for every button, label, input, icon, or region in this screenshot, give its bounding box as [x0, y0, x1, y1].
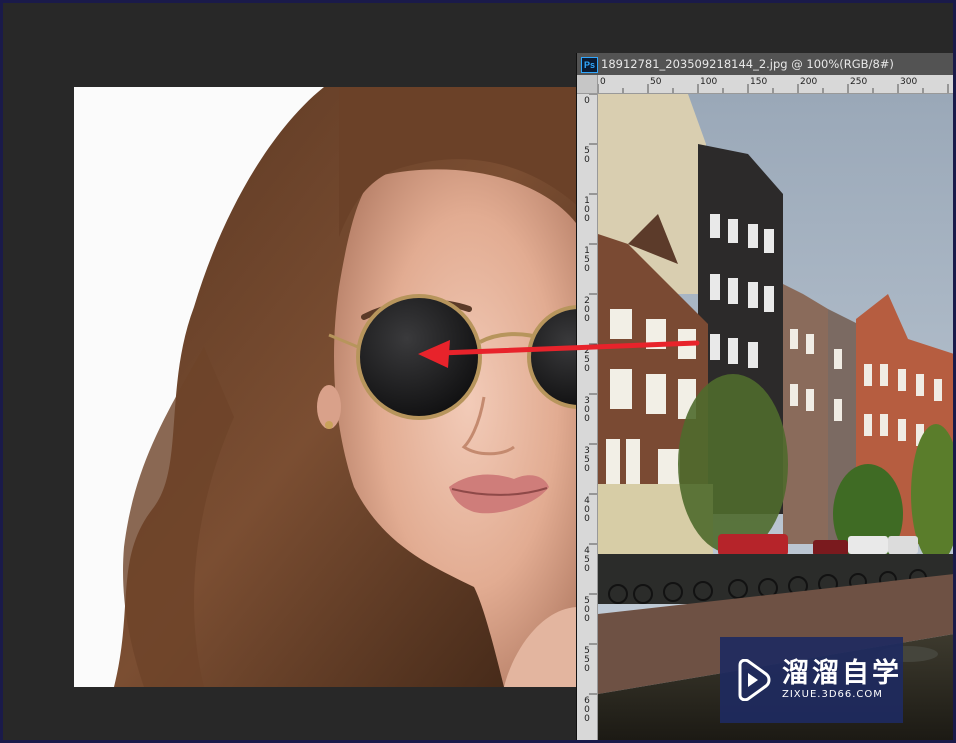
ruler-label: 1 5 0	[584, 246, 590, 274]
ruler-label: 2 0 0	[584, 296, 590, 324]
ruler-label: 300	[900, 77, 918, 87]
ruler-label: 5 0	[584, 146, 590, 165]
ruler-label: 250	[850, 77, 868, 87]
ruler-label: 0	[600, 77, 606, 87]
ruler-label: 1 0 0	[584, 196, 590, 224]
ruler-label: 2 5 0	[584, 346, 590, 374]
ruler-label: 5 5 0	[584, 646, 590, 674]
play-logo-icon	[738, 659, 771, 701]
ruler-label: 3 5 0	[584, 446, 590, 474]
watermark: 溜溜自学 ZIXUE.3D66.COM	[720, 637, 903, 723]
watermark-name: 溜溜自学	[782, 658, 902, 689]
vertical-ruler[interactable]: 0 5 0 1 0 0 1 5 0 2 0 0 2 5 0 3 0 0 3 5 …	[577, 93, 598, 740]
ruler-origin[interactable]	[577, 75, 598, 94]
document-title: 18912781_203509218144_2.jpg @ 100%(RGB/8…	[601, 57, 894, 71]
portrait-canvas[interactable]	[74, 87, 579, 687]
ruler-label: 0	[584, 96, 590, 106]
photoshop-workspace: Ps 18912781_203509218144_2.jpg @ 100%(RG…	[3, 3, 953, 740]
ruler-label: 6 0 0	[584, 696, 590, 724]
portrait-image	[74, 87, 579, 687]
ruler-label: 100	[700, 77, 718, 87]
ruler-label: 4 5 0	[584, 546, 590, 574]
ruler-label: 50	[650, 77, 662, 87]
ruler-label: 5 0 0	[584, 596, 590, 624]
horizontal-ruler[interactable]: 0 50 100 150 200 250 300	[577, 75, 953, 94]
photoshop-app-icon: Ps	[581, 57, 598, 73]
ruler-label: 4 0 0	[584, 496, 590, 524]
ruler-label: 200	[800, 77, 818, 87]
ruler-label: 3 0 0	[584, 396, 590, 424]
watermark-url: ZIXUE.3D66.COM	[782, 689, 883, 700]
document-tab[interactable]: Ps 18912781_203509218144_2.jpg @ 100%(RG…	[577, 53, 953, 75]
ruler-label: 150	[750, 77, 768, 87]
